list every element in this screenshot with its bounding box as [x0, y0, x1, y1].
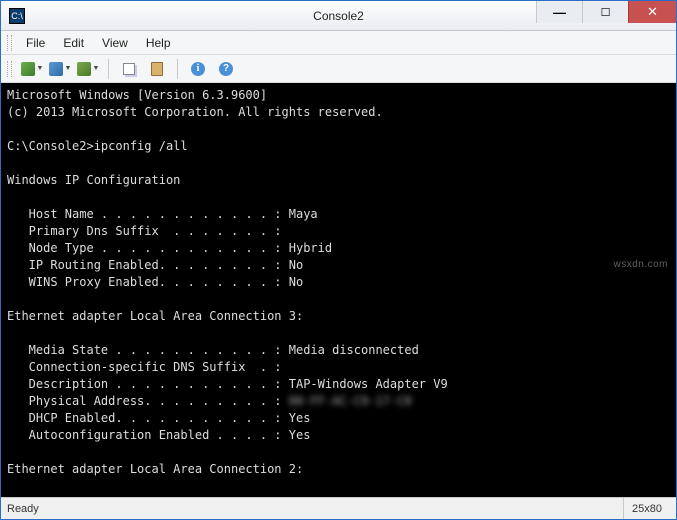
titlebar: C:\ Console2 — ☐ ✕ — [1, 1, 676, 31]
help-icon: ? — [219, 62, 233, 76]
help-button[interactable]: ? — [214, 58, 238, 80]
terminal-line: IP Routing Enabled. . . . . . . . : No — [7, 257, 670, 274]
toolbar: ▼ ▼ ▼ i ? — [1, 55, 676, 83]
copy-icon — [123, 63, 135, 75]
terminal-line: Autoconfiguration Enabled . . . . : Yes — [7, 427, 670, 444]
terminal-line: Host Name . . . . . . . . . . . . : Maya — [7, 206, 670, 223]
status-text: Ready — [7, 503, 623, 515]
app-icon: C:\ — [9, 8, 25, 24]
maximize-button[interactable]: ☐ — [582, 1, 628, 23]
close-button[interactable]: ✕ — [628, 1, 676, 23]
minimize-button[interactable]: — — [536, 1, 582, 23]
toolbar-grip[interactable] — [7, 61, 12, 77]
terminal-line: Primary Dns Suffix . . . . . . . : — [7, 223, 670, 240]
close-tab-button[interactable]: ▼ — [76, 58, 100, 80]
terminal-line: (c) 2013 Microsoft Corporation. All righ… — [7, 104, 670, 121]
close-tab-icon — [77, 62, 91, 76]
terminal-line: WINS Proxy Enabled. . . . . . . . : No — [7, 274, 670, 291]
terminal-line: Ethernet adapter Local Area Connection 3… — [7, 308, 670, 325]
terminal-line — [7, 444, 670, 461]
terminal-line: Node Type . . . . . . . . . . . . : Hybr… — [7, 240, 670, 257]
new-tab-icon — [21, 62, 35, 76]
terminal-line: Media State . . . . . . . . . . . : Medi… — [7, 342, 670, 359]
terminal-line — [7, 189, 670, 206]
terminal-line: C:\Console2>ipconfig /all — [7, 138, 670, 155]
menu-file[interactable]: File — [18, 34, 53, 52]
terminal-output[interactable]: Microsoft Windows [Version 6.3.9600](c) … — [1, 83, 676, 497]
status-dimensions: 25x80 — [623, 498, 670, 519]
menubar: File Edit View Help — [1, 31, 676, 55]
terminal-line — [7, 291, 670, 308]
menubar-grip[interactable] — [7, 35, 12, 51]
about-button[interactable]: i — [186, 58, 210, 80]
menu-help[interactable]: Help — [138, 34, 179, 52]
terminal-line: Physical Address. . . . . . . . . : 00-F… — [7, 393, 670, 410]
terminal-line: DHCP Enabled. . . . . . . . . . . : Yes — [7, 410, 670, 427]
info-icon: i — [191, 62, 205, 76]
terminal-line — [7, 121, 670, 138]
paste-icon — [151, 62, 163, 76]
terminal-line: Description . . . . . . . . . . . : TAP-… — [7, 376, 670, 393]
terminal-line: Windows IP Configuration — [7, 172, 670, 189]
watermark: wsxdn.com — [613, 259, 668, 270]
terminal-line — [7, 155, 670, 172]
new-process-button[interactable]: ▼ — [48, 58, 72, 80]
process-icon — [49, 62, 63, 76]
terminal-line — [7, 478, 670, 495]
toolbar-separator — [108, 59, 109, 79]
redacted-text: 00-FF-AC-C9-17-C0 — [289, 394, 412, 408]
statusbar: Ready 25x80 — [1, 497, 676, 519]
chevron-down-icon: ▼ — [37, 65, 44, 72]
menu-view[interactable]: View — [94, 34, 136, 52]
terminal-line: Ethernet adapter Local Area Connection 2… — [7, 461, 670, 478]
copy-button[interactable] — [117, 58, 141, 80]
paste-button[interactable] — [145, 58, 169, 80]
chevron-down-icon: ▼ — [65, 65, 72, 72]
window-title: Console2 — [313, 9, 364, 23]
window-controls: — ☐ ✕ — [536, 1, 676, 30]
chevron-down-icon: ▼ — [93, 65, 100, 72]
toolbar-separator — [177, 59, 178, 79]
menu-edit[interactable]: Edit — [55, 34, 92, 52]
terminal-line: Microsoft Windows [Version 6.3.9600] — [7, 87, 670, 104]
new-tab-button[interactable]: ▼ — [20, 58, 44, 80]
terminal-line: Connection-specific DNS Suffix . : — [7, 359, 670, 376]
terminal-line — [7, 325, 670, 342]
